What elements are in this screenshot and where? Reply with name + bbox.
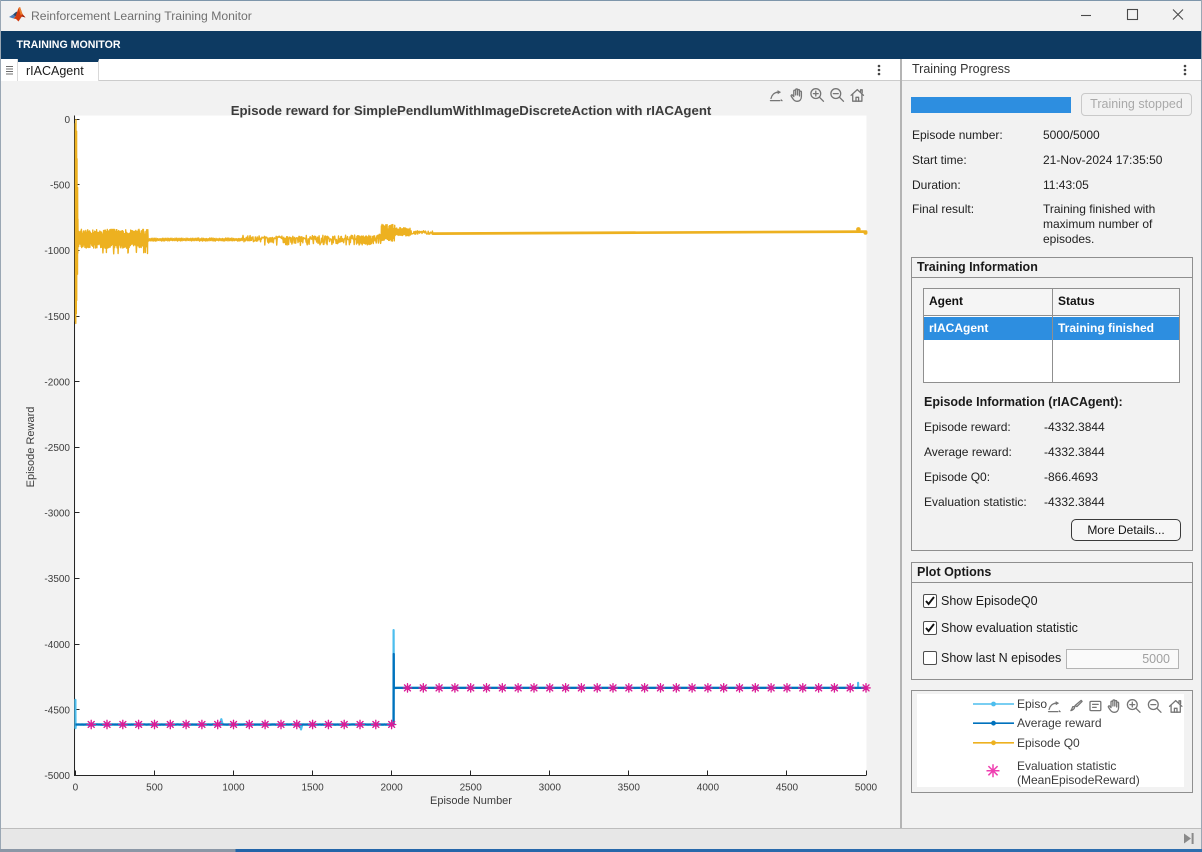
svg-text:-2000: -2000	[44, 377, 70, 388]
svg-text:2000: 2000	[380, 783, 403, 794]
svg-text:3500: 3500	[618, 783, 641, 794]
svg-text:4000: 4000	[697, 783, 720, 794]
svg-text:5000: 5000	[855, 783, 878, 794]
svg-text:-5000: -5000	[44, 771, 70, 782]
svg-text:0: 0	[64, 115, 70, 126]
svg-text:-4500: -4500	[44, 705, 70, 716]
svg-text:-2500: -2500	[44, 443, 70, 454]
svg-text:-1000: -1000	[44, 246, 70, 257]
svg-text:3000: 3000	[539, 783, 562, 794]
svg-text:Episode Reward: Episode Reward	[25, 407, 37, 488]
svg-text:4500: 4500	[776, 783, 799, 794]
svg-text:-1500: -1500	[44, 312, 70, 323]
svg-text:2500: 2500	[460, 783, 483, 794]
svg-text:-500: -500	[50, 181, 70, 192]
svg-text:Episode Number: Episode Number	[430, 795, 512, 807]
svg-text:0: 0	[73, 783, 79, 794]
svg-text:-3500: -3500	[44, 574, 70, 585]
svg-text:-3000: -3000	[44, 509, 70, 520]
svg-text:1000: 1000	[222, 783, 245, 794]
svg-text:500: 500	[146, 783, 163, 794]
svg-text:1500: 1500	[301, 783, 324, 794]
svg-text:-4000: -4000	[44, 640, 70, 651]
